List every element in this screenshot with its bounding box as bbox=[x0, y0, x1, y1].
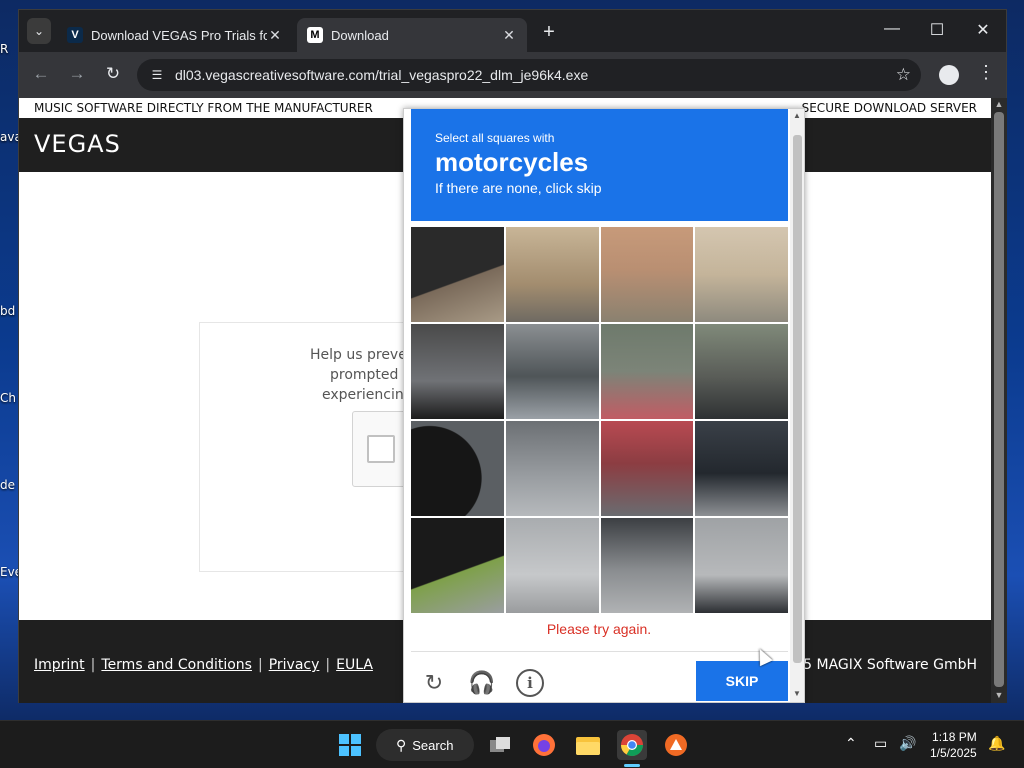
start-button[interactable] bbox=[335, 730, 365, 760]
scroll-down-icon[interactable]: ▼ bbox=[991, 690, 1007, 700]
scroll-thumb[interactable] bbox=[793, 135, 802, 663]
scroll-down-icon[interactable]: ▼ bbox=[790, 689, 804, 698]
captcha-divider bbox=[411, 651, 788, 652]
tab-title: Download VEGAS Pro Trials for bbox=[91, 27, 267, 43]
captcha-error: Please try again. bbox=[546, 621, 652, 637]
vegas-logo[interactable]: VEGAS bbox=[34, 130, 121, 158]
captcha-tile[interactable] bbox=[411, 227, 504, 322]
captcha-tile[interactable] bbox=[411, 518, 504, 613]
active-app-indicator bbox=[624, 764, 640, 767]
tab-strip: ⌄ V Download VEGAS Pro Trials for ✕ M Do… bbox=[19, 10, 1006, 52]
forward-arrow-icon[interactable]: → bbox=[65, 64, 89, 84]
network-icon[interactable]: ▭ bbox=[874, 735, 887, 752]
captcha-tile[interactable] bbox=[411, 421, 504, 516]
url-text[interactable]: dl03.vegascreativesoftware.com/trial_veg… bbox=[175, 67, 588, 83]
scroll-thumb[interactable] bbox=[994, 112, 1004, 687]
clock-date: 1/5/2025 bbox=[930, 746, 977, 760]
bookmark-star-icon[interactable]: ☆ bbox=[896, 65, 911, 85]
profile-icon[interactable] bbox=[939, 65, 959, 85]
desktop-icon-label[interactable]: ava bbox=[0, 130, 20, 144]
page-scrollbar[interactable]: ▲ ▼ bbox=[991, 98, 1007, 703]
windows-logo-icon bbox=[339, 734, 361, 756]
captcha-scrollbar[interactable]: ▲ ▼ bbox=[790, 109, 804, 702]
captcha-tile[interactable] bbox=[600, 324, 694, 419]
firefox-icon[interactable] bbox=[529, 730, 559, 760]
taskbar-search[interactable]: ⚲ Search bbox=[376, 729, 474, 761]
desktop-icon-label[interactable]: bd bbox=[0, 304, 20, 318]
secure-server-label: SECURE DOWNLOAD SERVER bbox=[801, 101, 977, 115]
taskbar: ⚲ Search ⌃ ▭ 🔊 1:18 PM 1/5/2025 🔔 bbox=[0, 720, 1024, 768]
captcha-header: Select all squares with motorcycles If t… bbox=[411, 109, 788, 221]
address-bar[interactable]: ☰ dl03.vegascreativesoftware.com/trial_v… bbox=[137, 59, 921, 91]
search-icon: ⚲ bbox=[396, 736, 407, 753]
more-menu-icon[interactable]: ⋮ bbox=[977, 62, 995, 83]
magix-favicon-icon: M bbox=[307, 27, 323, 43]
captcha-tile[interactable] bbox=[695, 324, 788, 419]
clock-time: 1:18 PM bbox=[932, 730, 977, 744]
footer-link-privacy[interactable]: Privacy bbox=[269, 657, 320, 673]
captcha-tile[interactable] bbox=[505, 227, 599, 322]
captcha-tile[interactable] bbox=[505, 324, 599, 419]
tab-vegas-trials[interactable]: V Download VEGAS Pro Trials for ✕ bbox=[57, 18, 293, 52]
captcha-tile[interactable] bbox=[695, 421, 788, 516]
desktop-icon-label[interactable]: de bbox=[0, 478, 20, 492]
tagline: MUSIC SOFTWARE DIRECTLY FROM THE MANUFAC… bbox=[34, 101, 373, 115]
site-info-icon[interactable]: ☰ bbox=[145, 68, 169, 82]
footer-link-imprint[interactable]: Imprint bbox=[34, 657, 85, 673]
captcha-image-grid bbox=[411, 227, 788, 613]
reload-icon[interactable]: ↻ bbox=[101, 64, 125, 84]
vegas-favicon-icon: V bbox=[67, 27, 83, 43]
footer-link-terms[interactable]: Terms and Conditions bbox=[101, 657, 252, 673]
volume-icon[interactable]: 🔊 bbox=[899, 735, 916, 752]
close-window-icon[interactable]: ✕ bbox=[968, 20, 998, 40]
maximize-icon[interactable]: ☐ bbox=[922, 20, 952, 40]
show-hidden-icons-icon[interactable]: ⌃ bbox=[845, 735, 857, 752]
captcha-tile[interactable] bbox=[505, 421, 599, 516]
captcha-tile[interactable] bbox=[505, 518, 599, 613]
captcha-target: motorcycles bbox=[435, 147, 589, 177]
new-tab-button[interactable]: + bbox=[538, 21, 560, 44]
captcha-challenge: Select all squares with motorcycles If t… bbox=[403, 108, 805, 703]
close-tab-icon[interactable]: ✕ bbox=[267, 27, 283, 44]
captcha-tile[interactable] bbox=[411, 324, 504, 419]
app-icon[interactable] bbox=[661, 730, 691, 760]
file-explorer-icon[interactable] bbox=[573, 730, 603, 760]
chrome-icon[interactable] bbox=[617, 730, 647, 760]
tab-download[interactable]: M Download ✕ bbox=[297, 18, 527, 52]
notifications-bell-icon[interactable]: 🔔 bbox=[988, 735, 1005, 752]
toolbar: ← → ↻ ☰ dl03.vegascreativesoftware.com/t… bbox=[19, 52, 1006, 98]
page-viewport: MUSIC SOFTWARE DIRECTLY FROM THE MANUFAC… bbox=[19, 98, 991, 703]
copyright-text: 025 MAGIX Software GmbH bbox=[785, 657, 977, 673]
captcha-checkbox[interactable] bbox=[367, 435, 395, 463]
captcha-tile[interactable] bbox=[600, 227, 694, 322]
close-tab-icon[interactable]: ✕ bbox=[501, 27, 517, 44]
audio-challenge-icon[interactable]: 🎧 bbox=[468, 669, 496, 697]
system-clock[interactable]: 1:18 PM 1/5/2025 bbox=[930, 729, 977, 761]
back-arrow-icon[interactable]: ← bbox=[29, 64, 53, 84]
captcha-hint: If there are none, click skip bbox=[435, 180, 602, 196]
reload-challenge-icon[interactable]: ↻ bbox=[420, 669, 448, 697]
footer-links: Imprint | Terms and Conditions | Privacy | EUL… bbox=[34, 657, 373, 673]
desktop-icon-label[interactable]: R bbox=[0, 42, 20, 56]
scroll-up-icon[interactable]: ▲ bbox=[991, 99, 1007, 109]
captcha-tile[interactable] bbox=[600, 421, 694, 516]
minimize-icon[interactable]: — bbox=[877, 20, 907, 38]
captcha-tile[interactable] bbox=[600, 518, 694, 613]
desktop-icon-label[interactable]: Eve bbox=[0, 565, 20, 579]
search-label: Search bbox=[412, 737, 454, 753]
captcha-tile[interactable] bbox=[695, 227, 788, 322]
task-view-icon[interactable] bbox=[485, 730, 515, 760]
tab-title: Download bbox=[331, 27, 389, 43]
desktop-icon-label[interactable]: Ch bbox=[0, 391, 20, 405]
scroll-up-icon[interactable]: ▲ bbox=[790, 111, 804, 120]
captcha-tile[interactable] bbox=[695, 518, 788, 613]
info-icon[interactable]: i bbox=[516, 669, 544, 697]
skip-button[interactable]: SKIP bbox=[696, 661, 788, 701]
browser-window: ⌄ V Download VEGAS Pro Trials for ✕ M Do… bbox=[18, 9, 1007, 703]
footer-link-eula[interactable]: EULA bbox=[336, 657, 373, 673]
captcha-instruction: Select all squares with bbox=[435, 131, 555, 145]
tab-search-button[interactable]: ⌄ bbox=[27, 18, 51, 44]
